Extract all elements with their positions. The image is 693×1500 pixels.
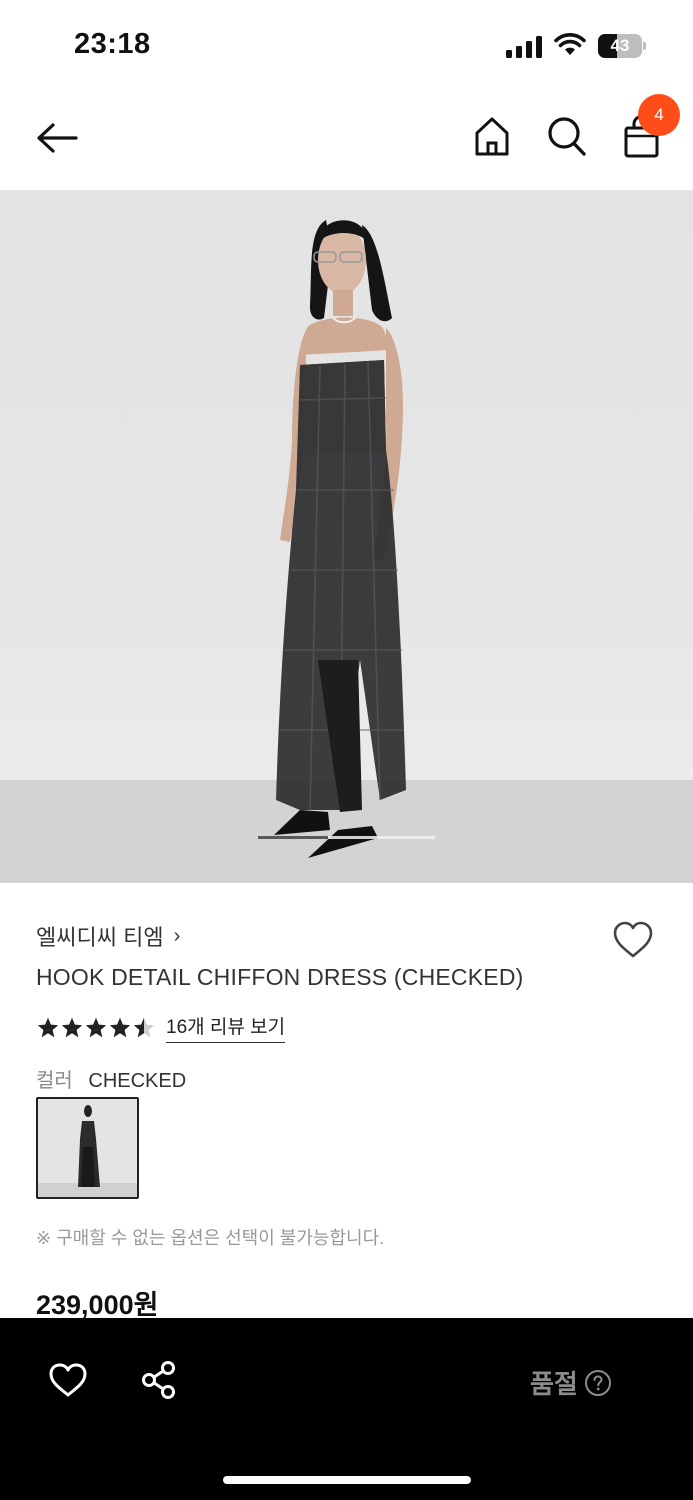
chevron-right-icon: › (173, 924, 181, 947)
back-arrow-icon[interactable] (34, 118, 80, 158)
star-icon (85, 1017, 107, 1037)
home-icon[interactable] (472, 114, 512, 158)
gallery-scroll-indicator (258, 836, 435, 839)
help-circle-icon[interactable] (584, 1369, 612, 1397)
product-price: 239,000원 (36, 1290, 159, 1320)
product-image[interactable] (0, 190, 693, 883)
search-icon[interactable] (546, 114, 588, 158)
heart-icon[interactable] (48, 1362, 88, 1398)
review-link[interactable]: 16개 리뷰 보기 (166, 1012, 286, 1043)
product-title: HOOK DETAIL CHIFFON DRESS (CHECKED) (36, 964, 524, 990)
option-notice: ※ 구매할 수 없는 옵션은 선택이 불가능합니다. (36, 1228, 385, 1248)
cart-count-badge: 4 (638, 94, 680, 136)
color-label: 컬러 (36, 1070, 73, 1092)
wifi-icon (554, 33, 586, 55)
star-icon (133, 1017, 155, 1037)
battery-icon: 43 (598, 34, 646, 58)
cellular-signal-icon (506, 36, 542, 58)
star-icon (37, 1017, 59, 1037)
model-photo (0, 220, 693, 883)
rating-row: 16개 리뷰 보기 (36, 1012, 286, 1043)
swatch-thumbnail (38, 1099, 137, 1197)
color-value: CHECKED (88, 1070, 187, 1092)
share-icon[interactable] (140, 1360, 178, 1400)
star-icon (109, 1017, 131, 1037)
bottom-action-bar: 품절 (0, 1318, 693, 1500)
soldout-label: 품절 (530, 1369, 578, 1399)
home-indicator[interactable] (223, 1476, 471, 1484)
status-time: 23:18 (74, 28, 151, 60)
brand-name: 엘씨디씨 티엠 (36, 925, 164, 950)
top-nav (0, 90, 693, 190)
rating-stars (36, 1016, 156, 1040)
soldout-status: 품절 (530, 1364, 612, 1401)
star-icon (61, 1017, 83, 1037)
color-option-row: 컬러 CHECKED (36, 1064, 186, 1093)
gallery-scroll-thumb (258, 836, 328, 839)
battery-percent: 43 (610, 36, 630, 55)
status-bar: 23:18 43 (0, 0, 693, 90)
color-swatch-checked[interactable] (36, 1097, 139, 1199)
heart-icon[interactable] (612, 920, 654, 960)
brand-link[interactable]: 엘씨디씨 티엠 › (36, 920, 180, 952)
